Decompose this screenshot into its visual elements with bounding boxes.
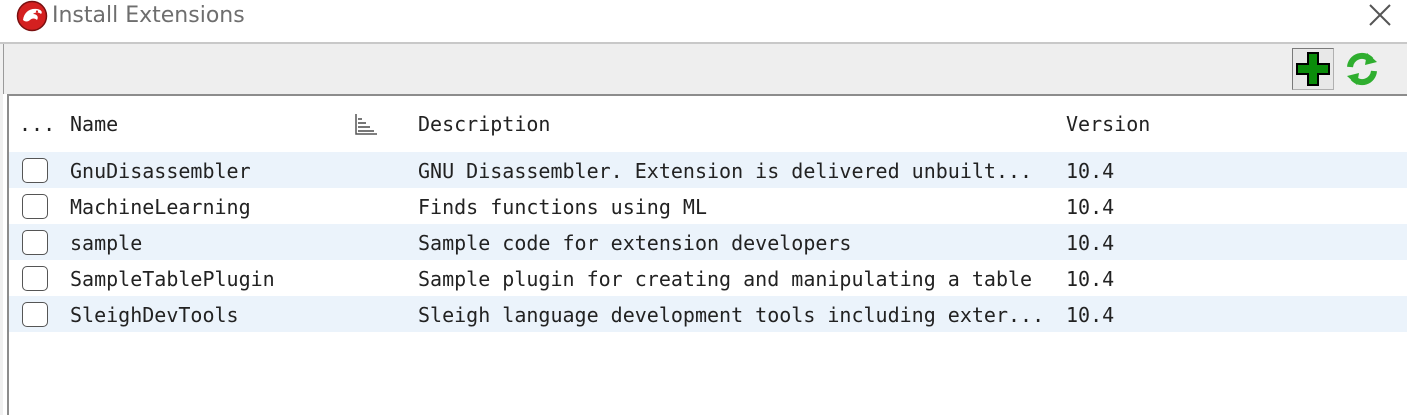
refresh-button[interactable] [1341, 48, 1383, 90]
table-row[interactable]: SleighDevTools Sleigh language developme… [9, 296, 1407, 332]
extension-description: Finds functions using ML [418, 195, 707, 219]
select-column-header[interactable]: ... [19, 112, 55, 136]
toolbar [3, 44, 1407, 94]
extension-name: GnuDisassembler [70, 159, 251, 183]
table-row[interactable]: MachineLearning Finds functions using ML… [9, 188, 1407, 224]
close-icon[interactable] [1364, 1, 1396, 29]
name-column-header[interactable]: Name [70, 112, 118, 136]
window-left-edge [0, 44, 3, 415]
extension-name: MachineLearning [70, 195, 251, 219]
extension-description: Sample code for extension developers [418, 231, 852, 255]
row-checkbox[interactable] [22, 158, 48, 183]
extension-version: 10.4 [1066, 195, 1115, 219]
extension-version: 10.4 [1066, 231, 1115, 255]
table-row[interactable]: GnuDisassembler GNU Disassembler. Extens… [9, 152, 1407, 188]
table-header: ... Name Description Version [9, 96, 1407, 152]
row-checkbox[interactable] [22, 302, 48, 327]
extension-description: Sample plugin for creating and manipulat… [418, 267, 1033, 291]
extension-description: Sleigh language development tools includ… [418, 303, 1045, 327]
table-row[interactable]: SampleTablePlugin Sample plugin for crea… [9, 260, 1407, 296]
extension-name: SampleTablePlugin [70, 267, 275, 291]
title-bar: Install Extensions [0, 0, 1407, 44]
refresh-icon [1347, 52, 1377, 86]
row-checkbox[interactable] [22, 194, 48, 219]
dragon-logo-icon [16, 0, 48, 32]
extension-name: SleighDevTools [70, 303, 239, 327]
sort-ascending-icon[interactable] [353, 112, 379, 136]
extension-description: GNU Disassembler. Extension is delivered… [418, 159, 1033, 183]
description-column-header[interactable]: Description [418, 112, 550, 136]
add-icon [1296, 52, 1330, 86]
extension-version: 10.4 [1066, 159, 1115, 183]
row-checkbox[interactable] [22, 266, 48, 291]
window-title: Install Extensions [52, 3, 245, 28]
add-extension-button[interactable] [1292, 48, 1334, 90]
table-row[interactable]: sample Sample code for extension develop… [9, 224, 1407, 260]
version-column-header[interactable]: Version [1066, 112, 1150, 136]
extension-name: sample [70, 231, 143, 255]
extensions-table: ... Name Description Version GnuDisassem… [7, 94, 1407, 415]
extension-version: 10.4 [1066, 267, 1115, 291]
extension-version: 10.4 [1066, 303, 1115, 327]
row-checkbox[interactable] [22, 230, 48, 255]
